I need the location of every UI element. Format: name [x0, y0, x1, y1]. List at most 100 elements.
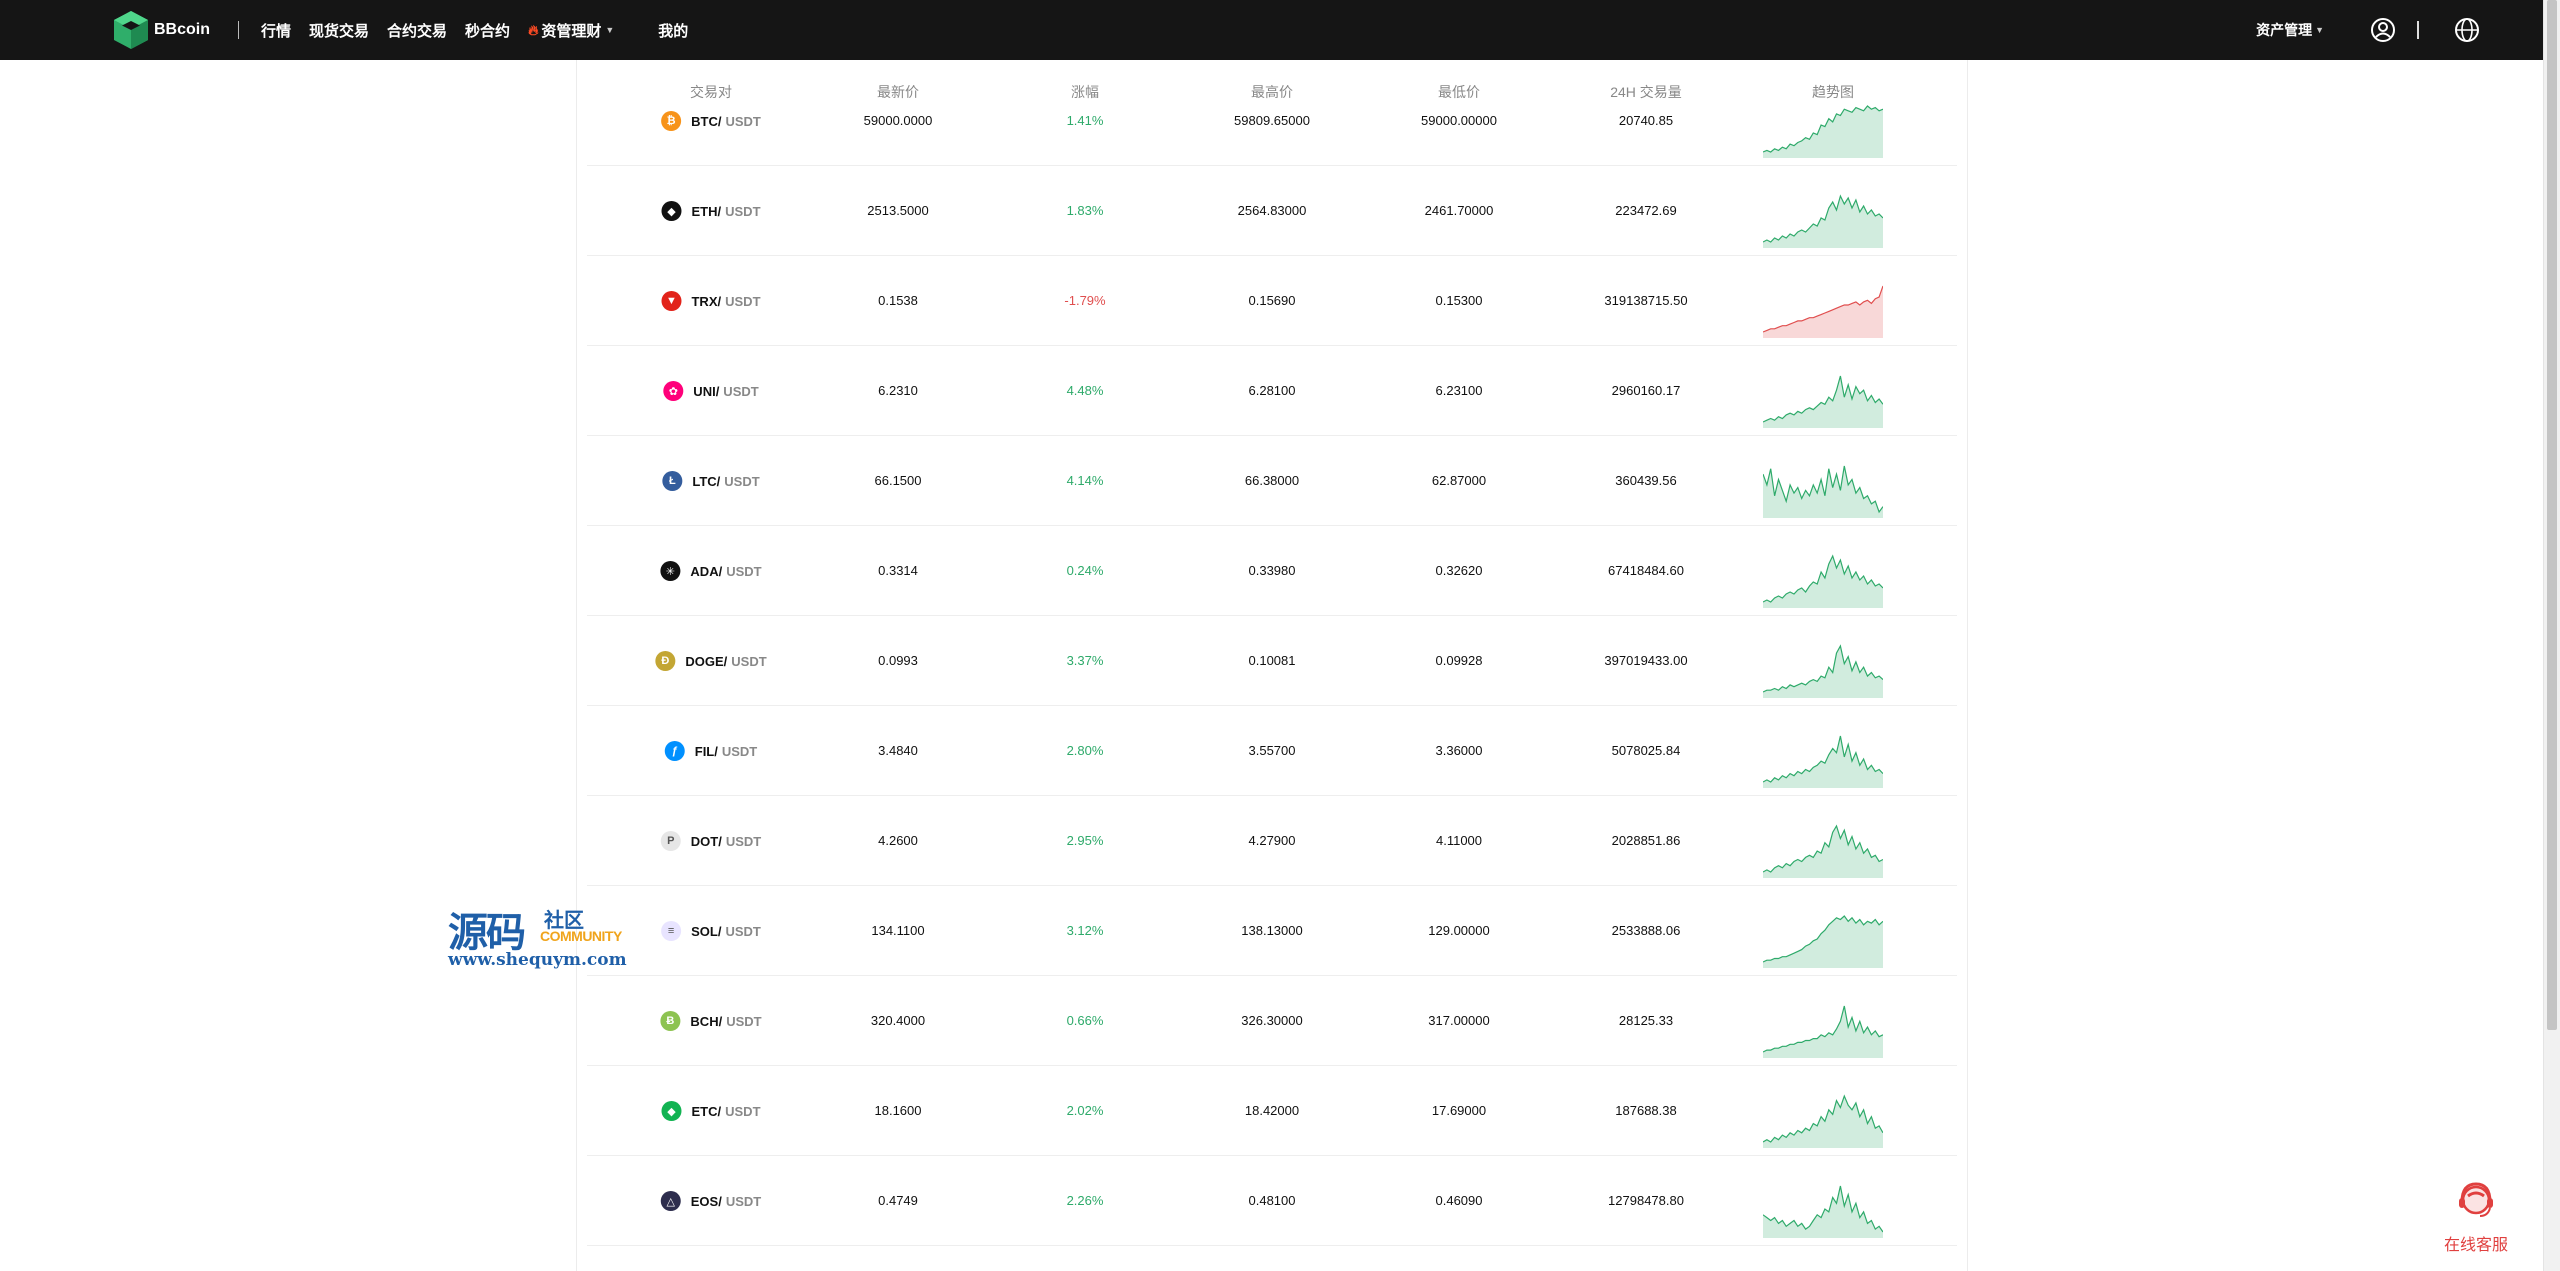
trend-sparkline [1763, 915, 1883, 968]
table-row[interactable]: ✿ UNI/USDT 6.2310 4.48% 6.28100 6.23100 296016… [587, 345, 1957, 436]
trend-sparkline [1763, 285, 1883, 338]
pair-cell[interactable]: Ð DOGE/USDT [655, 651, 767, 671]
last-price-cell: 59000.0000 [863, 113, 933, 128]
low-price-cell: 0.15300 [1435, 293, 1483, 308]
last-price-cell: 0.1538 [878, 293, 918, 308]
high-price-cell: 18.42000 [1244, 1103, 1300, 1118]
nav-label: 我的 [658, 22, 689, 40]
globe-icon[interactable] [2454, 17, 2480, 43]
bch-coin-icon: Ƀ [660, 1011, 681, 1031]
table-row[interactable]: ≡ SOL/USDT 134.1100 3.12% 138.13000 129.00000… [587, 885, 1957, 976]
table-row[interactable]: P DOT/USDT 4.2600 2.95% 4.27900 4.11000 202885… [587, 795, 1957, 886]
nav-item-futures[interactable]: 合约交易 [387, 20, 447, 41]
pair-quote: USDT [724, 473, 760, 489]
table-row[interactable]: Ð DOGE/USDT 0.0993 3.37% 0.10081 0.09928 39701… [587, 615, 1957, 706]
nav-item-mine[interactable]: 我的 [658, 20, 688, 41]
volume-cell: 28125.33 [1618, 1013, 1674, 1028]
pair-quote: USDT [726, 563, 762, 579]
low-price-cell: 4.11000 [1435, 833, 1483, 848]
volume-cell: 20740.85 [1618, 113, 1674, 128]
sparkline-area [1763, 1096, 1883, 1148]
change-cell: 0.24% [1066, 563, 1104, 578]
doge-coin-icon: Ð [655, 651, 676, 671]
pair-cell[interactable]: ✳ ADA/USDT [660, 561, 762, 581]
top-nav-bar: BBcoin 行情 现货交易 合约交易 秒合约 🔥︎ 资管理财 ▼ 我的 资产管… [0, 0, 2544, 60]
volume-cell: 360439.56 [1615, 473, 1677, 488]
asset-management-menu[interactable]: 资产管理 ▼ [2256, 20, 2324, 40]
uni-coin-icon: ✿ [663, 381, 684, 401]
dot-coin-icon: P [660, 831, 681, 851]
pair-base: ETC/ [691, 1103, 722, 1119]
pair-cell[interactable]: P DOT/USDT [660, 831, 762, 851]
nav-label: 合约交易 [387, 22, 448, 40]
high-price-cell: 3.55700 [1248, 743, 1296, 758]
pair-cell[interactable]: Ł LTC/USDT [662, 471, 760, 491]
table-row[interactable]: ✳ ADA/USDT 0.3314 0.24% 0.33980 0.32620 674184… [587, 525, 1957, 616]
brand-logo[interactable]: BBcoin [112, 9, 210, 51]
watermark-community-text: COMMUNITY [540, 928, 622, 944]
high-price-cell: 0.15690 [1248, 293, 1296, 308]
pair-base: TRX/ [691, 293, 722, 309]
pair-base: FIL/ [694, 743, 718, 759]
pair-cell[interactable]: △ EOS/USDT [660, 1191, 761, 1211]
online-support-label: 在线客服 [2443, 1237, 2508, 1254]
trend-sparkline [1763, 1005, 1883, 1058]
high-price-cell: 326.30000 [1241, 1013, 1303, 1028]
volume-cell: 67418484.60 [1608, 563, 1684, 578]
change-cell: 3.12% [1066, 923, 1104, 938]
pair-base: SOL/ [691, 923, 722, 939]
ltc-coin-icon: Ł [662, 471, 683, 491]
table-row[interactable]: ◆ ETC/USDT 18.1600 2.02% 18.42000 17.69000 187… [587, 1065, 1957, 1156]
low-price-cell: 0.46090 [1435, 1193, 1483, 1208]
table-row[interactable]: ƒ FIL/USDT 3.4840 2.80% 3.55700 3.36000 507802… [587, 705, 1957, 796]
low-price-cell: 129.00000 [1428, 923, 1490, 938]
trend-sparkline [1763, 1094, 1883, 1148]
nav-item-spot[interactable]: 现货交易 [309, 20, 369, 41]
high-price-cell: 138.13000 [1241, 923, 1303, 938]
btc-coin-icon: ₿ [661, 111, 682, 131]
pair-cell[interactable]: ₿ BTC/USDT [661, 111, 761, 131]
change-cell: 0.66% [1066, 1013, 1104, 1028]
pair-base: DOGE/ [685, 653, 728, 669]
table-row[interactable]: ₿ BTC/USDT 59000.0000 1.41% 59809.65000 59000… [587, 75, 1957, 166]
nav-item-second-contract[interactable]: 秒合约 [465, 20, 510, 41]
nav-item-wealth[interactable]: 🔥︎ 资管理财 ▼ [528, 20, 614, 41]
user-circle-icon[interactable] [2370, 17, 2396, 43]
scrollbar-thumb[interactable] [2547, 0, 2557, 1030]
pair-quote: USDT [725, 113, 761, 129]
low-price-cell: 3.36000 [1435, 743, 1483, 758]
pair-cell[interactable]: ▼ TRX/USDT [661, 291, 761, 311]
table-row[interactable]: ▼ TRX/USDT 0.1538 -1.79% 0.15690 0.15300 31913… [587, 255, 1957, 346]
eth-coin-icon: ◆ [661, 201, 682, 221]
high-price-cell: 0.10081 [1248, 653, 1296, 668]
pair-cell[interactable]: ≡ SOL/USDT [661, 921, 761, 941]
pair-quote: USDT [725, 203, 761, 219]
pair-cell[interactable]: ◆ ETH/USDT [661, 201, 761, 221]
pair-cell[interactable]: ✿ UNI/USDT [663, 381, 759, 401]
trx-coin-icon: ▼ [661, 291, 682, 311]
cube-logo-icon [114, 11, 148, 49]
pair-quote: USDT [725, 833, 762, 849]
pair-base: DOT/ [690, 833, 722, 849]
fil-coin-icon: ƒ [664, 741, 685, 761]
change-cell: 1.83% [1066, 203, 1104, 218]
pair-cell[interactable]: ◆ ETC/USDT [661, 1101, 761, 1121]
caret-down-icon: ▼ [2315, 25, 2324, 35]
online-support-button[interactable]: 在线客服 [2436, 1176, 2516, 1256]
nav-item-market[interactable]: 行情 [261, 20, 291, 41]
sparkline-area [1763, 196, 1883, 248]
last-price-cell: 66.1500 [874, 473, 922, 488]
volume-cell: 397019433.00 [1604, 653, 1688, 668]
pair-cell[interactable]: ƒ FIL/USDT [664, 741, 757, 761]
table-row[interactable]: Ł LTC/USDT 66.1500 4.14% 66.38000 62.87000 360… [587, 435, 1957, 526]
table-row[interactable]: △ EOS/USDT 0.4749 2.26% 0.48100 0.46090 127984… [587, 1155, 1957, 1246]
sparkline-area [1763, 286, 1883, 338]
trend-sparkline [1763, 644, 1883, 698]
page-scrollbar[interactable] [2543, 0, 2560, 1271]
table-row[interactable]: ◆ ETH/USDT 2513.5000 1.83% 2564.83000 2461.70… [587, 165, 1957, 256]
trend-sparkline [1763, 375, 1883, 428]
change-cell: -1.79% [1064, 293, 1106, 308]
pair-cell[interactable]: Ƀ BCH/USDT [660, 1011, 762, 1031]
table-row[interactable]: Ƀ BCH/USDT 320.4000 0.66% 326.30000 317.00000… [587, 975, 1957, 1066]
trend-sparkline [1763, 1185, 1883, 1238]
